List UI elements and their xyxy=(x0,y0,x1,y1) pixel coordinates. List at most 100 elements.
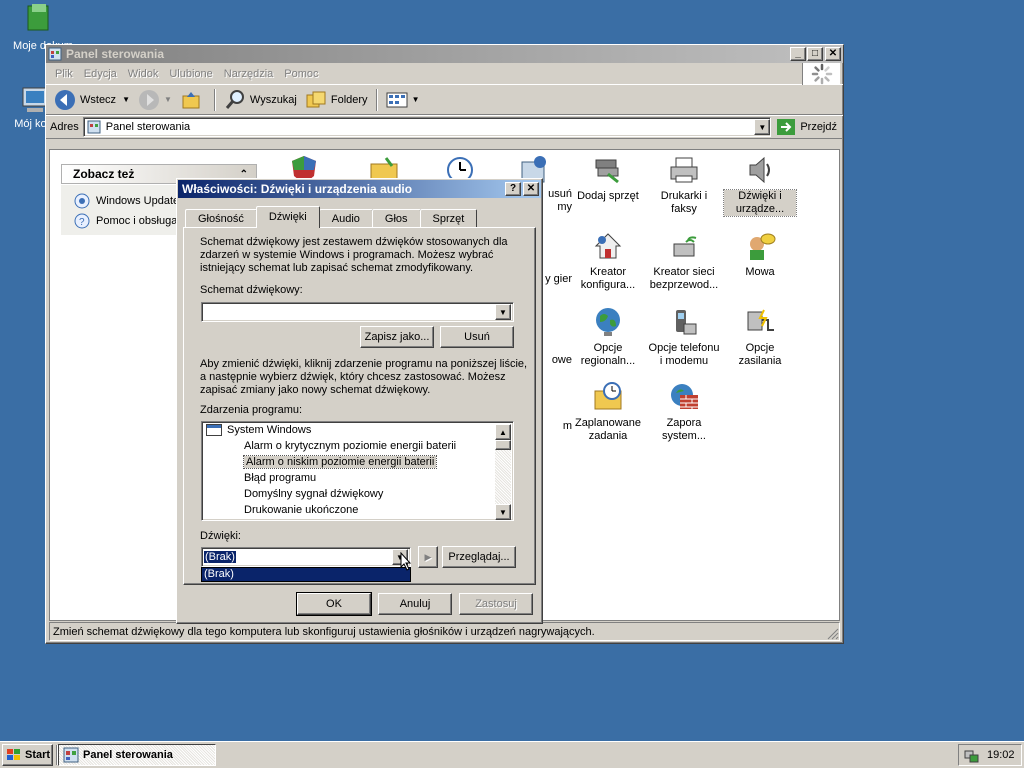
address-dropdown-button[interactable]: ▼ xyxy=(754,119,771,135)
delete-scheme-button[interactable]: Usuń xyxy=(440,326,514,348)
forward-button[interactable]: ▼ xyxy=(134,87,176,113)
scheme-description: Schemat dźwiękowy jest zestawem dźwięków… xyxy=(200,236,508,274)
back-button[interactable]: Wstecz ▼ xyxy=(50,87,134,113)
see-also-title: Zobacz też xyxy=(73,167,135,181)
control-panel-icon xyxy=(48,47,62,61)
menu-bar: Plik Edycja Widok Ulubione Narzędzia Pom… xyxy=(46,63,843,85)
tab-audio[interactable]: Audio xyxy=(318,209,373,228)
folders-button[interactable]: Foldery xyxy=(301,87,372,113)
events-root-item[interactable]: System Windows xyxy=(202,422,513,438)
scroll-down-button[interactable]: ▼ xyxy=(495,504,511,520)
window-icon xyxy=(206,424,222,436)
save-as-button[interactable]: Zapisz jako... xyxy=(360,326,434,348)
cancel-button[interactable]: Anuluj xyxy=(378,593,452,615)
menu-help[interactable]: Pomoc xyxy=(279,68,323,80)
menu-file[interactable]: Plik xyxy=(50,68,78,80)
folders-label: Foldery xyxy=(330,93,368,106)
cp-windows-firewall[interactable]: Zapora system... xyxy=(648,381,720,443)
cp-add-hardware[interactable]: Dodaj sprzęt xyxy=(572,154,644,203)
help-button[interactable]: ? xyxy=(505,182,521,196)
sound-select[interactable]: (Brak) ▼ xyxy=(201,547,411,567)
system-tray: 19:02 xyxy=(958,744,1022,766)
start-button[interactable]: Start xyxy=(2,744,53,766)
network-tray-icon[interactable] xyxy=(963,747,979,763)
start-label: Start xyxy=(25,749,51,761)
menu-view[interactable]: Widok xyxy=(123,68,164,80)
menu-edit[interactable]: Edycja xyxy=(79,68,122,80)
event-label: Drukowanie ukończone xyxy=(244,504,359,516)
list-item-selected[interactable]: Alarm o niskim poziomie energii baterii xyxy=(202,454,513,470)
event-label: Domyślny sygnał dźwiękowy xyxy=(244,488,384,500)
cp-regional-options[interactable]: Opcje regionaln... xyxy=(572,306,644,368)
list-item[interactable]: Drukowanie ukończone xyxy=(202,502,513,518)
views-dropdown-icon[interactable]: ▼ xyxy=(412,95,420,104)
cp-icon-label: Opcje telefonu i modemu xyxy=(648,342,720,367)
sound-properties-dialog: Właściwości: Dźwięki i urządzenia audio … xyxy=(176,178,543,624)
cp-sounds-audio-devices[interactable]: Dźwięki i urządze... xyxy=(723,154,797,217)
help-icon: ? xyxy=(74,213,90,229)
menu-tools[interactable]: Narzędzia xyxy=(219,68,279,80)
tab-volume[interactable]: Głośność xyxy=(185,209,257,228)
cp-scheduled-tasks[interactable]: Zaplanowane zadania xyxy=(572,381,644,443)
search-button[interactable]: Wyszukaj xyxy=(220,87,301,113)
scheme-select[interactable]: ▼ xyxy=(201,302,514,322)
sidebar-item-label: Windows Update xyxy=(96,195,180,207)
tab-voice[interactable]: Głos xyxy=(371,209,421,228)
sounds-tab-panel: Schemat dźwiękowy jest zestawem dźwięków… xyxy=(183,227,536,585)
sound-dropdown-option[interactable]: (Brak) xyxy=(201,567,411,582)
control-panel-icon xyxy=(63,747,79,763)
cp-icon-label: Drukarki i faksy xyxy=(660,190,708,215)
tab-sounds[interactable]: Dźwięki xyxy=(255,206,320,228)
window-title: Panel sterowania xyxy=(66,47,165,61)
back-arrow-icon xyxy=(55,89,75,110)
list-item[interactable]: Błąd programu xyxy=(202,470,513,486)
cp-power-options[interactable]: Opcje zasilania xyxy=(724,306,796,368)
go-button[interactable]: Przejdź xyxy=(774,114,839,140)
program-events-list[interactable]: System Windows Alarm o krytycznym poziom… xyxy=(201,421,514,521)
go-arrow-icon xyxy=(777,119,796,135)
list-item[interactable]: Alarm o krytycznym poziomie energii bate… xyxy=(202,438,513,454)
events-scrollbar[interactable]: ▲ ▼ xyxy=(495,424,511,520)
dialog-titlebar[interactable]: Właściwości: Dźwięki i urządzenia audio … xyxy=(178,180,541,198)
dialog-close-button[interactable]: ✕ xyxy=(523,182,539,196)
control-panel-icon xyxy=(87,120,101,134)
event-label: Alarm o krytycznym poziomie energii bate… xyxy=(244,440,457,452)
cp-phone-modem-options[interactable]: Opcje telefonu i modemu xyxy=(648,306,720,368)
phone-icon xyxy=(668,306,700,338)
close-button[interactable]: ✕ xyxy=(825,47,841,61)
minimize-button[interactable]: _ xyxy=(790,47,806,61)
cp-speech[interactable]: Mowa xyxy=(724,230,796,279)
maximize-button[interactable]: □ xyxy=(807,47,823,61)
views-button[interactable]: ▼ xyxy=(382,87,424,113)
play-sound-button[interactable]: ▶ xyxy=(418,546,438,568)
sidebar-item-label: Pomoc i obsługa xyxy=(96,215,178,227)
cp-printers-faxes[interactable]: Drukarki i faksy xyxy=(648,154,720,216)
svg-text:?: ? xyxy=(79,217,85,228)
globe-icon xyxy=(592,306,624,338)
browse-button[interactable]: Przeglądaj... xyxy=(442,546,516,568)
toolbar-separator xyxy=(213,88,216,111)
taskbar-task-label: Panel sterowania xyxy=(83,749,173,761)
scroll-up-button[interactable]: ▲ xyxy=(495,424,511,440)
scroll-thumb[interactable] xyxy=(495,440,511,450)
clock[interactable]: 19:02 xyxy=(987,749,1015,761)
tab-hardware[interactable]: Sprzęt xyxy=(419,209,478,228)
scheme-dropdown-button[interactable]: ▼ xyxy=(495,304,511,320)
address-input[interactable]: Panel sterowania ▼ xyxy=(82,117,772,137)
taskbar-button-control-panel[interactable]: Panel sterowania xyxy=(58,744,216,766)
power-icon xyxy=(744,306,776,338)
menu-favorites[interactable]: Ulubione xyxy=(164,68,217,80)
cp-wireless-network-wizard[interactable]: Kreator sieci bezprzewod... xyxy=(648,230,720,292)
cp-icon-label: Kreator konfigura... xyxy=(580,266,636,291)
ok-button[interactable]: OK xyxy=(296,592,372,616)
window-titlebar[interactable]: Panel sterowania _ □ ✕ xyxy=(46,45,843,63)
apply-button[interactable]: Zastosuj xyxy=(459,593,533,615)
cp-network-setup-wizard[interactable]: Kreator konfigura... xyxy=(572,230,644,292)
views-icon xyxy=(386,92,408,107)
up-folder-button[interactable] xyxy=(176,87,210,113)
back-dropdown-icon[interactable]: ▼ xyxy=(122,95,130,104)
address-label: Adres xyxy=(50,121,79,133)
forward-dropdown-icon[interactable]: ▼ xyxy=(164,95,172,104)
list-item[interactable]: Domyślny sygnał dźwiękowy xyxy=(202,486,513,502)
tab-strip: Głośność Dźwięki Audio Głos Sprzęt xyxy=(185,206,478,228)
